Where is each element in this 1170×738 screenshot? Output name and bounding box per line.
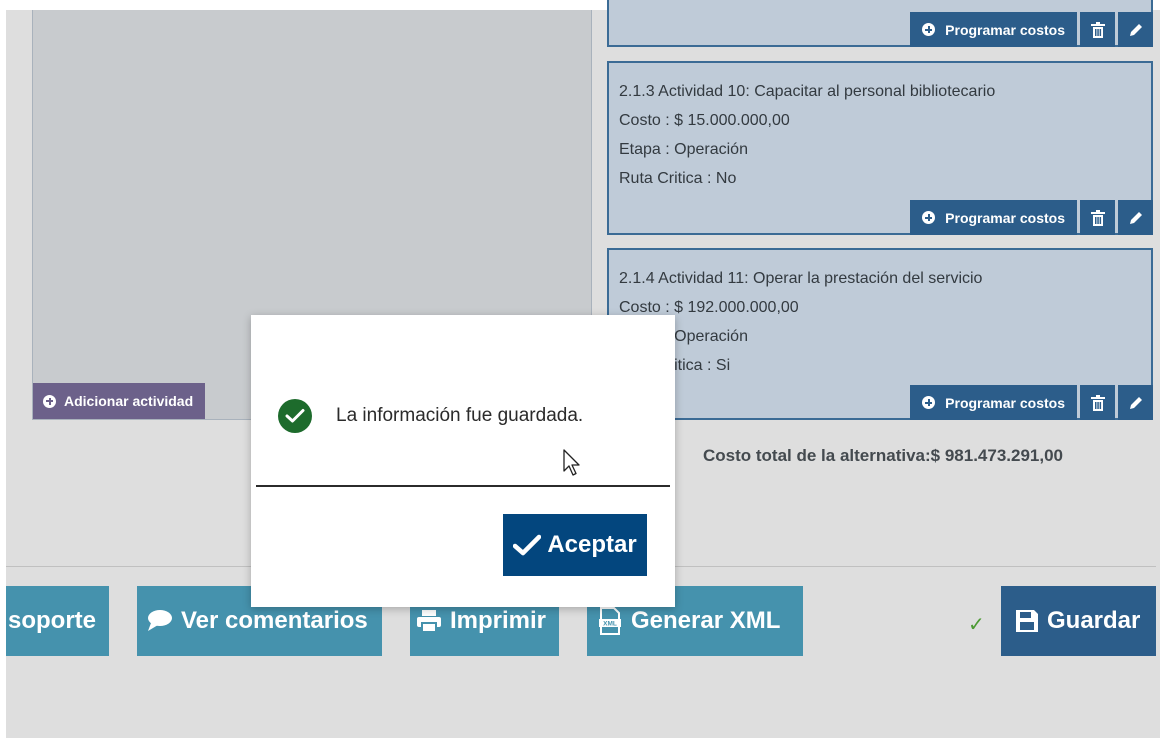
svg-text:XML: XML: [603, 621, 617, 628]
plus-circle-icon: [43, 394, 56, 408]
activity-title: 2.1.3 Actividad 10: Capacitar al persona…: [619, 83, 996, 100]
trash-icon: [1090, 209, 1105, 226]
view-comments-label: Ver comentarios: [181, 607, 368, 634]
save-button[interactable]: Guardar: [1001, 586, 1156, 656]
pencil-icon: [1129, 23, 1142, 36]
trash-icon: [1090, 21, 1105, 38]
edit-activity-button[interactable]: [1118, 385, 1153, 420]
activity-cost: Costo : $ 15.000.000,00: [619, 112, 790, 129]
plus-circle-icon: [922, 396, 936, 409]
check-icon: ✓: [968, 614, 985, 636]
activity-card-previous: Programar costos: [607, 0, 1153, 47]
program-costs-label: Programar costos: [945, 209, 1065, 226]
activity-stage: Etapa : Operación: [619, 328, 748, 345]
program-costs-label: Programar costos: [945, 21, 1065, 38]
saved-confirmation-dialog: La información fue guardada. Aceptar: [251, 315, 675, 607]
support-button[interactable]: soporte: [6, 586, 109, 656]
save-label: Guardar: [1047, 607, 1141, 634]
comment-icon: [148, 610, 172, 631]
activity-stage: Etapa : Operación: [619, 141, 748, 158]
program-costs-button[interactable]: Programar costos: [910, 200, 1077, 235]
add-activity-button[interactable]: Adicionar actividad: [33, 383, 206, 419]
activity-card-11: 2.1.4 Actividad 11: Operar la prestación…: [607, 248, 1153, 420]
activity-title: 2.1.4 Actividad 11: Operar la prestación…: [619, 270, 983, 287]
success-check-icon: [278, 399, 312, 433]
xml-file-icon: XML: [599, 607, 621, 635]
check-icon: [513, 534, 542, 556]
print-label: Imprimir: [450, 607, 547, 634]
delete-activity-button[interactable]: [1080, 12, 1115, 47]
pencil-icon: [1129, 211, 1142, 224]
program-costs-label: Programar costos: [945, 394, 1065, 411]
delete-activity-button[interactable]: [1080, 200, 1115, 235]
dialog-divider: [256, 485, 670, 487]
accept-label: Aceptar: [547, 531, 637, 558]
cursor-icon: [563, 449, 580, 476]
plus-circle-icon: [922, 211, 936, 224]
alternative-total-cost: Costo total de la alternativa:$ 981.473.…: [703, 446, 1064, 465]
activity-card-10: 2.1.3 Actividad 10: Capacitar al persona…: [607, 61, 1153, 235]
right-edge: [1160, 0, 1170, 738]
program-costs-button[interactable]: Programar costos: [910, 12, 1077, 47]
plus-circle-icon: [922, 23, 936, 36]
edit-activity-button[interactable]: [1118, 12, 1153, 47]
edit-activity-button[interactable]: [1118, 200, 1153, 235]
trash-icon: [1090, 394, 1105, 411]
activity-critical-path: Ruta Critica : No: [619, 170, 737, 187]
accept-button[interactable]: Aceptar: [503, 514, 647, 576]
delete-activity-button[interactable]: [1080, 385, 1115, 420]
printer-icon: [417, 610, 441, 633]
dialog-message: La información fue guardada.: [336, 405, 584, 426]
support-label: soporte: [8, 607, 97, 634]
activity-critical-path: Ruta Critica : Si: [619, 357, 731, 374]
program-costs-button[interactable]: Programar costos: [910, 385, 1077, 420]
activity-cost: Costo : $ 192.000.000,00: [619, 299, 799, 316]
generate-xml-label: Generar XML: [631, 607, 781, 634]
pencil-icon: [1129, 396, 1142, 409]
add-activity-label: Adicionar actividad: [64, 393, 194, 409]
floppy-disk-icon: [1016, 610, 1038, 632]
